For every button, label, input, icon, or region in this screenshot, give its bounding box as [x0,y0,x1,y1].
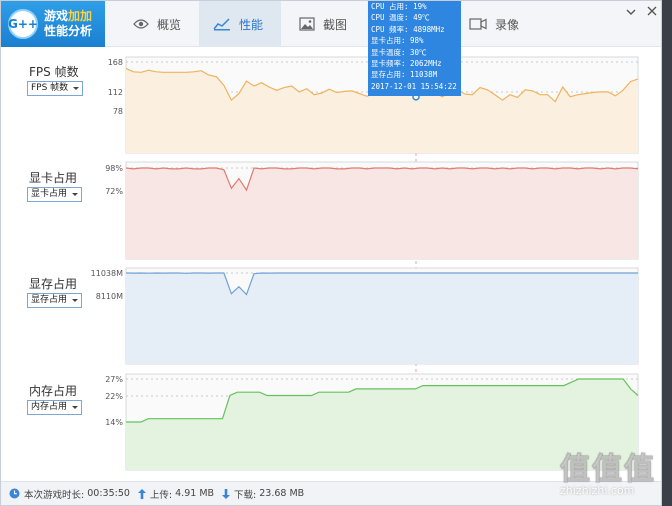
session-duration: 本次游戏时长: 00:35:50 [9,487,130,501]
watermark-url: zhizhizhi.com [560,484,635,497]
tooltip-gpu-temp: 显卡温度: 30℃ [371,47,427,57]
arrow-up-icon [137,488,146,499]
app-window: G++ 游戏加加 性能分析 概览 性能 截图 录像 FPS 帧数 FPS 帧数 … [0,0,662,506]
upload-label: 上传: [149,489,173,501]
y-tick-label: 72% [105,187,123,196]
upload-stat: 上传: 4.91 MB [137,487,215,501]
tooltip-timestamp: 2017-12-01 15:54:22 [371,81,457,91]
duration-value: 00:35:50 [87,488,130,499]
clock-icon [9,488,20,499]
series-area [126,273,638,364]
tooltip-cpu-freq: CPU 频率: 4898MHz [371,24,445,34]
duration-label: 本次游戏时长: [24,489,85,501]
y-tick-label: 168 [108,58,123,67]
tooltip-gpu-freq: 显卡频率: 2062MHz [371,59,442,69]
download-label: 下载: [234,489,257,501]
y-tick-label: 98% [105,164,123,173]
hover-tooltip: CPU 占用: 19% CPU 温度: 49℃ CPU 频率: 4898MHz … [368,1,461,96]
tooltip-cpu-usage: CPU 占用: 19% [371,2,427,11]
y-tick-label: 14% [105,418,123,427]
series-area [126,168,638,259]
y-tick-label: 78 [113,107,123,116]
arrow-down-icon [222,488,231,499]
watermark-logo: 值值值 [560,452,656,488]
performance-charts[interactable]: 168 112 78 98% 72% 11038M 8110M 27% 22% 14% [1,1,661,481]
y-tick-label: 11038M [91,269,123,278]
download-value: 23.68 MB [259,488,305,499]
y-tick-label: 8110M [96,292,123,301]
upload-value: 4.91 MB [175,488,215,499]
tooltip-vram-usage: 显存占用: 11038M [371,70,438,80]
y-tick-label: 27% [105,375,123,384]
tooltip-gpu-usage: 显卡占用: 98% [371,36,424,46]
y-tick-label: 112 [108,88,123,97]
download-stat: 下载: 23.68 MB [222,487,304,501]
y-tick-label: 22% [105,392,123,401]
tooltip-cpu-temp: CPU 温度: 49℃ [371,13,430,23]
